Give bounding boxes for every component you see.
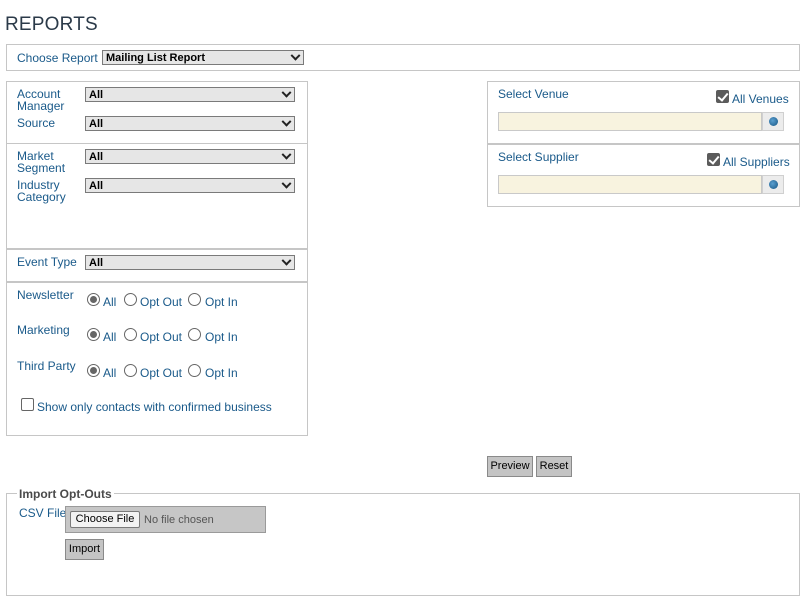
market-segment-label: Market Segment [17,149,66,175]
all-suppliers-checkbox[interactable] [707,153,720,166]
report-select-value: Mailing List Report [106,52,205,64]
industry-category-select[interactable]: All [85,178,295,193]
third-party-optin-radio[interactable] [188,364,201,377]
event-type-label: Event Type [17,255,77,269]
chevron-down-icon [281,87,292,98]
no-file-text: No file chosen [144,514,214,526]
report-select[interactable]: Mailing List Report [102,50,304,65]
choose-report-label: Choose Report [17,51,98,65]
import-optouts-legend: Import Opt-Outs [17,487,114,501]
chevron-down-icon [281,149,292,160]
marketing-optin-label: Opt In [205,330,238,344]
newsletter-optout-label: Opt Out [140,295,183,309]
marketing-optin-radio[interactable] [188,328,201,341]
newsletter-optin-radio[interactable] [188,293,201,306]
all-venues-checkbox[interactable] [716,90,729,103]
newsletter-all-radio[interactable] [87,293,100,306]
third-party-optout-label: Opt Out [140,366,183,380]
marketing-all-radio[interactable] [87,328,100,341]
globe-icon[interactable] [762,112,784,131]
choose-file-button[interactable]: Choose File [70,511,140,528]
supplier-input[interactable] [498,175,762,194]
select-supplier-label: Select Supplier [498,150,579,164]
globe-icon[interactable] [762,175,784,194]
newsletter-optin-label: Opt In [205,295,238,309]
event-type-select[interactable]: All [85,255,295,270]
all-venues-label: All Venues [732,92,789,106]
all-suppliers-label: All Suppliers [723,155,790,169]
newsletter-label: Newsletter [17,288,74,302]
source-label: Source [17,116,56,130]
account-manager-label: Account Manager [17,87,65,113]
chevron-down-icon [290,50,301,61]
market-segment-select[interactable]: All [85,149,295,164]
newsletter-all-label: All [103,295,117,309]
select-venue-label: Select Venue [498,87,569,101]
third-party-all-label: All [103,366,117,380]
venue-input[interactable] [498,112,762,131]
marketing-all-label: All [103,330,117,344]
source-select[interactable]: All [85,116,295,131]
account-manager-select[interactable]: All [85,87,295,102]
third-party-label: Third Party [17,359,76,373]
reset-button[interactable]: Reset [536,456,572,477]
page-title: REPORTS [5,14,98,35]
confirmed-business-label: Show only contacts with confirmed busine… [37,400,272,414]
third-party-optin-label: Opt In [205,366,238,380]
preview-button[interactable]: Preview [487,456,533,477]
chevron-down-icon [281,178,292,189]
industry-category-label: Industry Category [17,178,66,204]
import-button[interactable]: Import [65,539,104,560]
chevron-down-icon [281,116,292,127]
csv-file-label: CSV File [19,506,67,520]
third-party-all-radio[interactable] [87,364,100,377]
marketing-optout-radio[interactable] [124,328,137,341]
marketing-label: Marketing [17,323,70,337]
confirmed-business-checkbox[interactable] [21,398,34,411]
marketing-optout-label: Opt Out [140,330,183,344]
chevron-down-icon [281,255,292,266]
newsletter-optout-radio[interactable] [124,293,137,306]
third-party-optout-radio[interactable] [124,364,137,377]
